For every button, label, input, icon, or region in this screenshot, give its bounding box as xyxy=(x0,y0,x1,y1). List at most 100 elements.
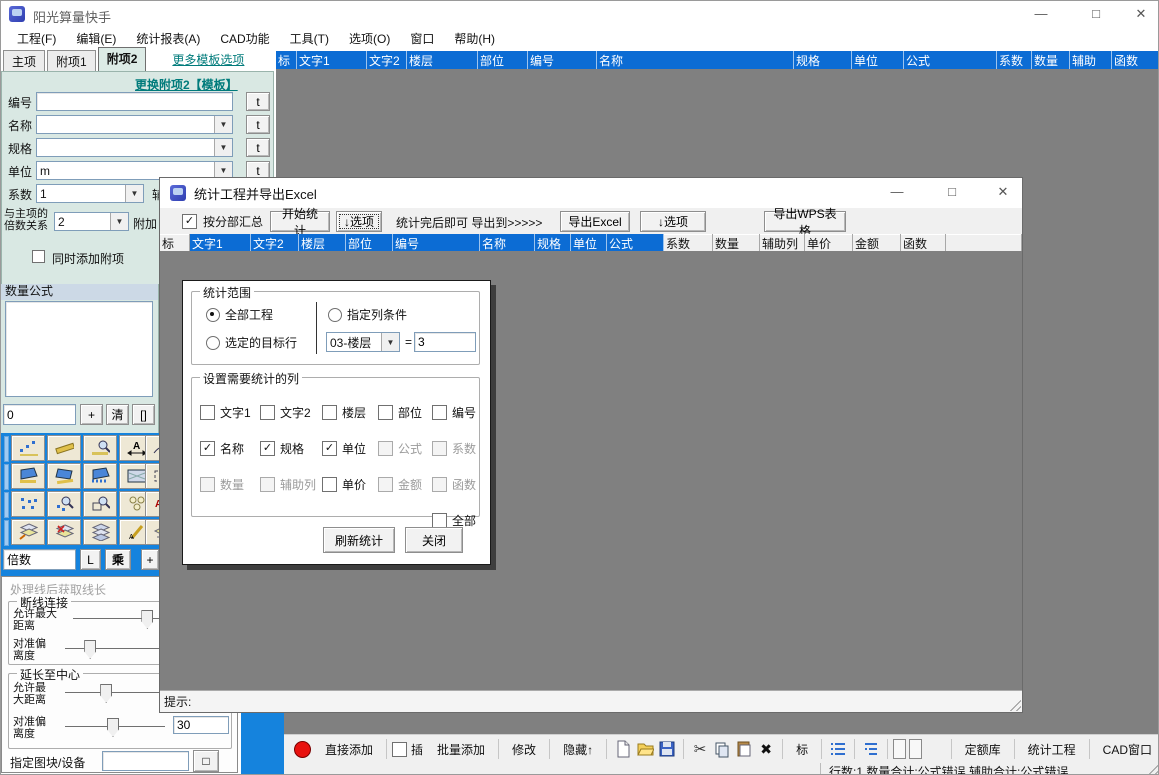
column-header[interactable]: 文字2 xyxy=(251,234,299,251)
col-checkbox-code[interactable]: 编号 xyxy=(432,404,484,421)
column-header[interactable]: 文字1 xyxy=(297,51,367,69)
delete-icon[interactable]: ✖ xyxy=(755,738,777,760)
scatter-points-icon[interactable] xyxy=(11,491,45,517)
col-checkbox-part[interactable]: 部位 xyxy=(378,404,432,421)
column-header[interactable]: 数量 xyxy=(1032,51,1070,69)
change-template-link[interactable]: 更换附项2【模板】 xyxy=(135,76,238,93)
col-checkbox-text2[interactable]: 文字2 xyxy=(260,404,322,421)
multiply-button[interactable]: 乘 xyxy=(105,549,131,570)
column-header[interactable]: 公式 xyxy=(607,234,664,251)
name-combo[interactable]: ▼ xyxy=(36,115,233,134)
quota-library-button[interactable]: 定额库 xyxy=(957,738,1009,761)
column-header[interactable]: 数量 xyxy=(713,234,760,251)
copy-icon[interactable] xyxy=(711,738,733,760)
measure-arc-icon[interactable] xyxy=(145,435,159,461)
export-excel-button[interactable]: 导出Excel xyxy=(560,211,630,232)
block-pick-button[interactable]: □ xyxy=(193,750,219,772)
menu-report[interactable]: 统计报表(A) xyxy=(126,28,210,49)
code-t-button[interactable]: t xyxy=(246,92,270,111)
col-checkbox-name[interactable]: 名称 xyxy=(200,440,260,457)
column-header[interactable]: 函数 xyxy=(901,234,946,251)
menu-project[interactable]: 工程(F) xyxy=(7,28,66,49)
column-header[interactable]: 公式 xyxy=(904,51,997,69)
chevron-down-icon[interactable]: ▼ xyxy=(214,116,232,133)
export-wps-button[interactable]: 导出WPS表格 xyxy=(764,211,846,232)
col-checkbox-all[interactable]: 全部 xyxy=(432,512,484,529)
column-header[interactable]: 辅助列 xyxy=(760,234,805,251)
menu-options[interactable]: 选项(O) xyxy=(339,28,400,49)
column-header[interactable]: 金额 xyxy=(853,234,901,251)
area-dotted-ruler-icon[interactable] xyxy=(83,463,117,489)
column-header[interactable]: 部位 xyxy=(478,51,528,69)
column-header[interactable]: 名称 xyxy=(597,51,794,69)
options-button[interactable]: ↓选项 xyxy=(336,211,382,232)
sublist-view-icon[interactable] xyxy=(860,738,882,760)
tab-main-item[interactable]: 主项 xyxy=(3,50,45,71)
col-checkbox-spec[interactable]: 规格 xyxy=(260,440,322,457)
cad-window-button[interactable]: CAD窗口 xyxy=(1095,738,1159,761)
more-templates-link[interactable]: 更多模板选项 xyxy=(172,51,244,68)
new-file-icon[interactable] xyxy=(612,738,634,760)
batch-add-button[interactable]: 批量添加 xyxy=(429,738,493,761)
toolbar-handle[interactable] xyxy=(4,464,9,490)
spec-t-button[interactable]: t xyxy=(246,138,270,157)
column-header[interactable]: 规格 xyxy=(794,51,852,69)
checkbox-icon[interactable] xyxy=(200,441,215,456)
column-header[interactable]: 楼层 xyxy=(299,234,346,251)
column-header[interactable]: 名称 xyxy=(480,234,535,251)
close-button[interactable]: ✕ xyxy=(1126,3,1156,25)
column-header[interactable]: 编号 xyxy=(393,234,480,251)
menu-cad[interactable]: CAD功能 xyxy=(210,28,279,49)
mark-button[interactable]: 标 xyxy=(788,738,816,761)
formula-bracket-button[interactable]: [] xyxy=(132,404,155,425)
formula-plus-button[interactable]: + xyxy=(80,404,103,425)
list-view-icon[interactable] xyxy=(827,738,849,760)
dialog-minimize-button[interactable]: — xyxy=(882,181,912,203)
area-ruler2-icon[interactable] xyxy=(47,463,81,489)
column-header[interactable]: 部位 xyxy=(346,234,393,251)
find-text-icon[interactable]: A xyxy=(145,491,159,517)
radio-selected-rows[interactable]: 选定的目标行 xyxy=(206,334,297,351)
dialog-close-button[interactable]: ✕ xyxy=(988,181,1018,203)
column-header[interactable]: 单位 xyxy=(571,234,607,251)
column-header[interactable]: 楼层 xyxy=(407,51,478,69)
column-header[interactable]: 函数 xyxy=(1112,51,1159,69)
multiplier-l-button[interactable]: L xyxy=(80,549,101,570)
layers-hatch-icon[interactable] xyxy=(145,519,159,545)
condition-column-combo[interactable]: 03-楼层 ▼ xyxy=(326,332,400,352)
chevron-down-icon[interactable]: ▼ xyxy=(125,185,143,202)
refresh-stats-button[interactable]: 刷新统计 xyxy=(323,527,395,553)
area-ruler-icon[interactable] xyxy=(11,463,45,489)
block-zoom-icon[interactable] xyxy=(83,491,117,517)
toolbar-handle[interactable] xyxy=(4,492,9,518)
menu-window[interactable]: 窗口 xyxy=(400,28,444,49)
col-checkbox-price[interactable]: 单价 xyxy=(322,476,378,493)
radio-icon[interactable] xyxy=(206,308,220,322)
maximize-button[interactable]: □ xyxy=(1081,3,1111,25)
align-dev2-value-input[interactable] xyxy=(173,716,229,734)
column-header[interactable]: 单价 xyxy=(805,234,853,251)
measure-line-icon[interactable] xyxy=(47,435,81,461)
col-checkbox-text1[interactable]: 文字1 xyxy=(200,404,260,421)
column-header[interactable]: 系数 xyxy=(997,51,1032,69)
column-header[interactable]: 单位 xyxy=(852,51,904,69)
minimize-button[interactable]: — xyxy=(1026,3,1056,25)
checkbox-icon[interactable] xyxy=(378,405,393,420)
layers-export-icon[interactable] xyxy=(11,519,45,545)
dialog-maximize-button[interactable]: □ xyxy=(937,181,967,203)
save-icon[interactable] xyxy=(656,738,678,760)
menu-tools[interactable]: 工具(T) xyxy=(280,28,339,49)
checkbox-icon[interactable] xyxy=(432,405,447,420)
checkbox-icon[interactable] xyxy=(200,405,215,420)
formula-textarea[interactable] xyxy=(5,301,153,397)
column-header[interactable]: 标 xyxy=(276,51,297,69)
block-device-input[interactable] xyxy=(102,751,189,771)
summary-checkbox[interactable] xyxy=(182,214,197,229)
direct-add-button[interactable]: 直接添加 xyxy=(317,738,381,761)
column-header[interactable]: 标 xyxy=(160,234,190,251)
ratio-combo[interactable]: 2 ▼ xyxy=(54,212,129,231)
multiplier-input[interactable] xyxy=(3,549,76,570)
column-header[interactable]: 文字2 xyxy=(367,51,407,69)
chevron-down-icon[interactable]: ▼ xyxy=(381,333,399,351)
tab-attach1[interactable]: 附项1 xyxy=(47,50,96,71)
